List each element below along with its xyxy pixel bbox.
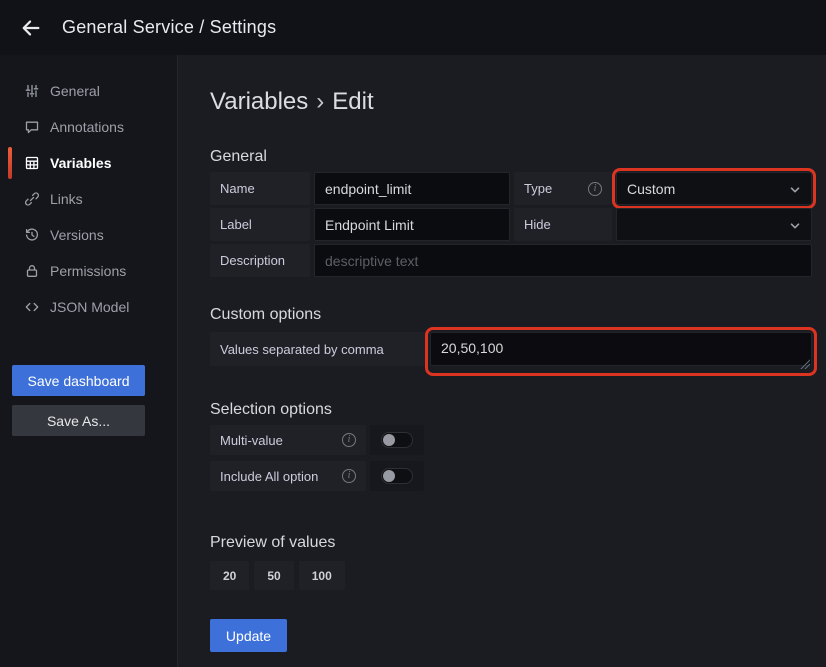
label-label: Label: [210, 208, 310, 241]
breadcrumb: Variables › Edit: [210, 88, 826, 116]
breadcrumb-separator: ›: [316, 88, 324, 115]
sidebar-item-label: Variables: [50, 155, 112, 171]
values-textarea[interactable]: 20,50,100: [430, 332, 812, 366]
description-input[interactable]: [314, 244, 812, 277]
custom-options-title: Custom options: [210, 306, 826, 324]
breadcrumb-section: Variables: [210, 88, 308, 115]
name-input[interactable]: [314, 172, 510, 205]
hide-label: Hide: [514, 208, 612, 241]
info-icon[interactable]: i: [342, 433, 356, 447]
preview-value-chip: 50: [254, 561, 293, 590]
lock-icon: [24, 263, 40, 279]
history-icon: [24, 227, 40, 243]
info-icon[interactable]: i: [588, 182, 602, 196]
hide-dropdown[interactable]: [616, 208, 812, 241]
preview-title: Preview of values: [210, 534, 826, 552]
values-field-wrap: 20,50,100: [430, 332, 812, 371]
sidebar-item-label: Versions: [50, 227, 104, 243]
variables-edit-panel: Variables › Edit General Name Type i Custo…: [178, 55, 826, 667]
general-form: Name Type i Custom Label: [210, 172, 812, 277]
back-button[interactable]: [14, 11, 48, 45]
page-title: General Service / Settings: [62, 17, 276, 38]
top-header: General Service / Settings: [0, 0, 826, 55]
table-icon: [24, 155, 40, 171]
description-field-cell: [314, 244, 812, 277]
breadcrumb-page: Edit: [332, 88, 373, 115]
sliders-icon: [24, 83, 40, 99]
save-as-button[interactable]: Save As...: [12, 405, 145, 436]
chevron-down-icon: [789, 219, 801, 231]
sidebar-item-versions[interactable]: Versions: [0, 217, 177, 253]
sidebar-item-label: General: [50, 83, 100, 99]
arrow-left-icon: [20, 17, 42, 39]
sidebar-item-annotations[interactable]: Annotations: [0, 109, 177, 145]
description-label: Description: [210, 244, 310, 277]
selection-options-title: Selection options: [210, 401, 826, 419]
sidebar-item-links[interactable]: Links: [0, 181, 177, 217]
type-dropdown[interactable]: Custom: [616, 172, 812, 205]
chevron-down-icon: [789, 183, 801, 195]
general-section-title: General: [210, 148, 826, 166]
multi-value-toggle[interactable]: [370, 425, 424, 455]
comment-icon: [24, 119, 40, 135]
label-input[interactable]: [314, 208, 510, 241]
link-icon: [24, 191, 40, 207]
name-field-cell: [314, 172, 510, 205]
sidebar-item-label: Permissions: [50, 263, 126, 279]
save-dashboard-button[interactable]: Save dashboard: [12, 365, 145, 396]
include-all-row: Include All option i: [210, 461, 826, 491]
type-dropdown-value: Custom: [627, 181, 675, 197]
name-label: Name: [210, 172, 310, 205]
sidebar-item-general[interactable]: General: [0, 73, 177, 109]
update-button[interactable]: Update: [210, 619, 287, 652]
sidebar-item-label: JSON Model: [50, 299, 129, 315]
values-separated-label: Values separated by comma: [210, 332, 426, 366]
sidebar-actions: Save dashboard Save As...: [12, 365, 165, 445]
include-all-toggle[interactable]: [370, 461, 424, 491]
sidebar-item-label: Links: [50, 191, 83, 207]
type-label: Type i: [514, 172, 612, 205]
toggle-off-icon: [381, 468, 413, 484]
sidebar-item-variables[interactable]: Variables: [0, 145, 177, 181]
label-field-cell: [314, 208, 510, 241]
sidebar-item-label: Annotations: [50, 119, 124, 135]
settings-sidebar: General Annotations Variables Links Vers: [0, 55, 178, 667]
preview-value-chip: 100: [299, 561, 345, 590]
include-all-label: Include All option i: [210, 461, 366, 491]
toggle-off-icon: [381, 432, 413, 448]
preview-section: Preview of values 20 50 100: [210, 534, 826, 590]
custom-options-section: Custom options Values separated by comma…: [210, 306, 826, 371]
sidebar-item-json-model[interactable]: JSON Model: [0, 289, 177, 325]
multi-value-label: Multi-value i: [210, 425, 366, 455]
selection-options-section: Selection options Multi-value i Include …: [210, 401, 826, 491]
info-icon[interactable]: i: [342, 469, 356, 483]
preview-value-chip: 20: [210, 561, 249, 590]
code-icon: [24, 299, 40, 315]
sidebar-item-permissions[interactable]: Permissions: [0, 253, 177, 289]
multi-value-row: Multi-value i: [210, 425, 826, 455]
